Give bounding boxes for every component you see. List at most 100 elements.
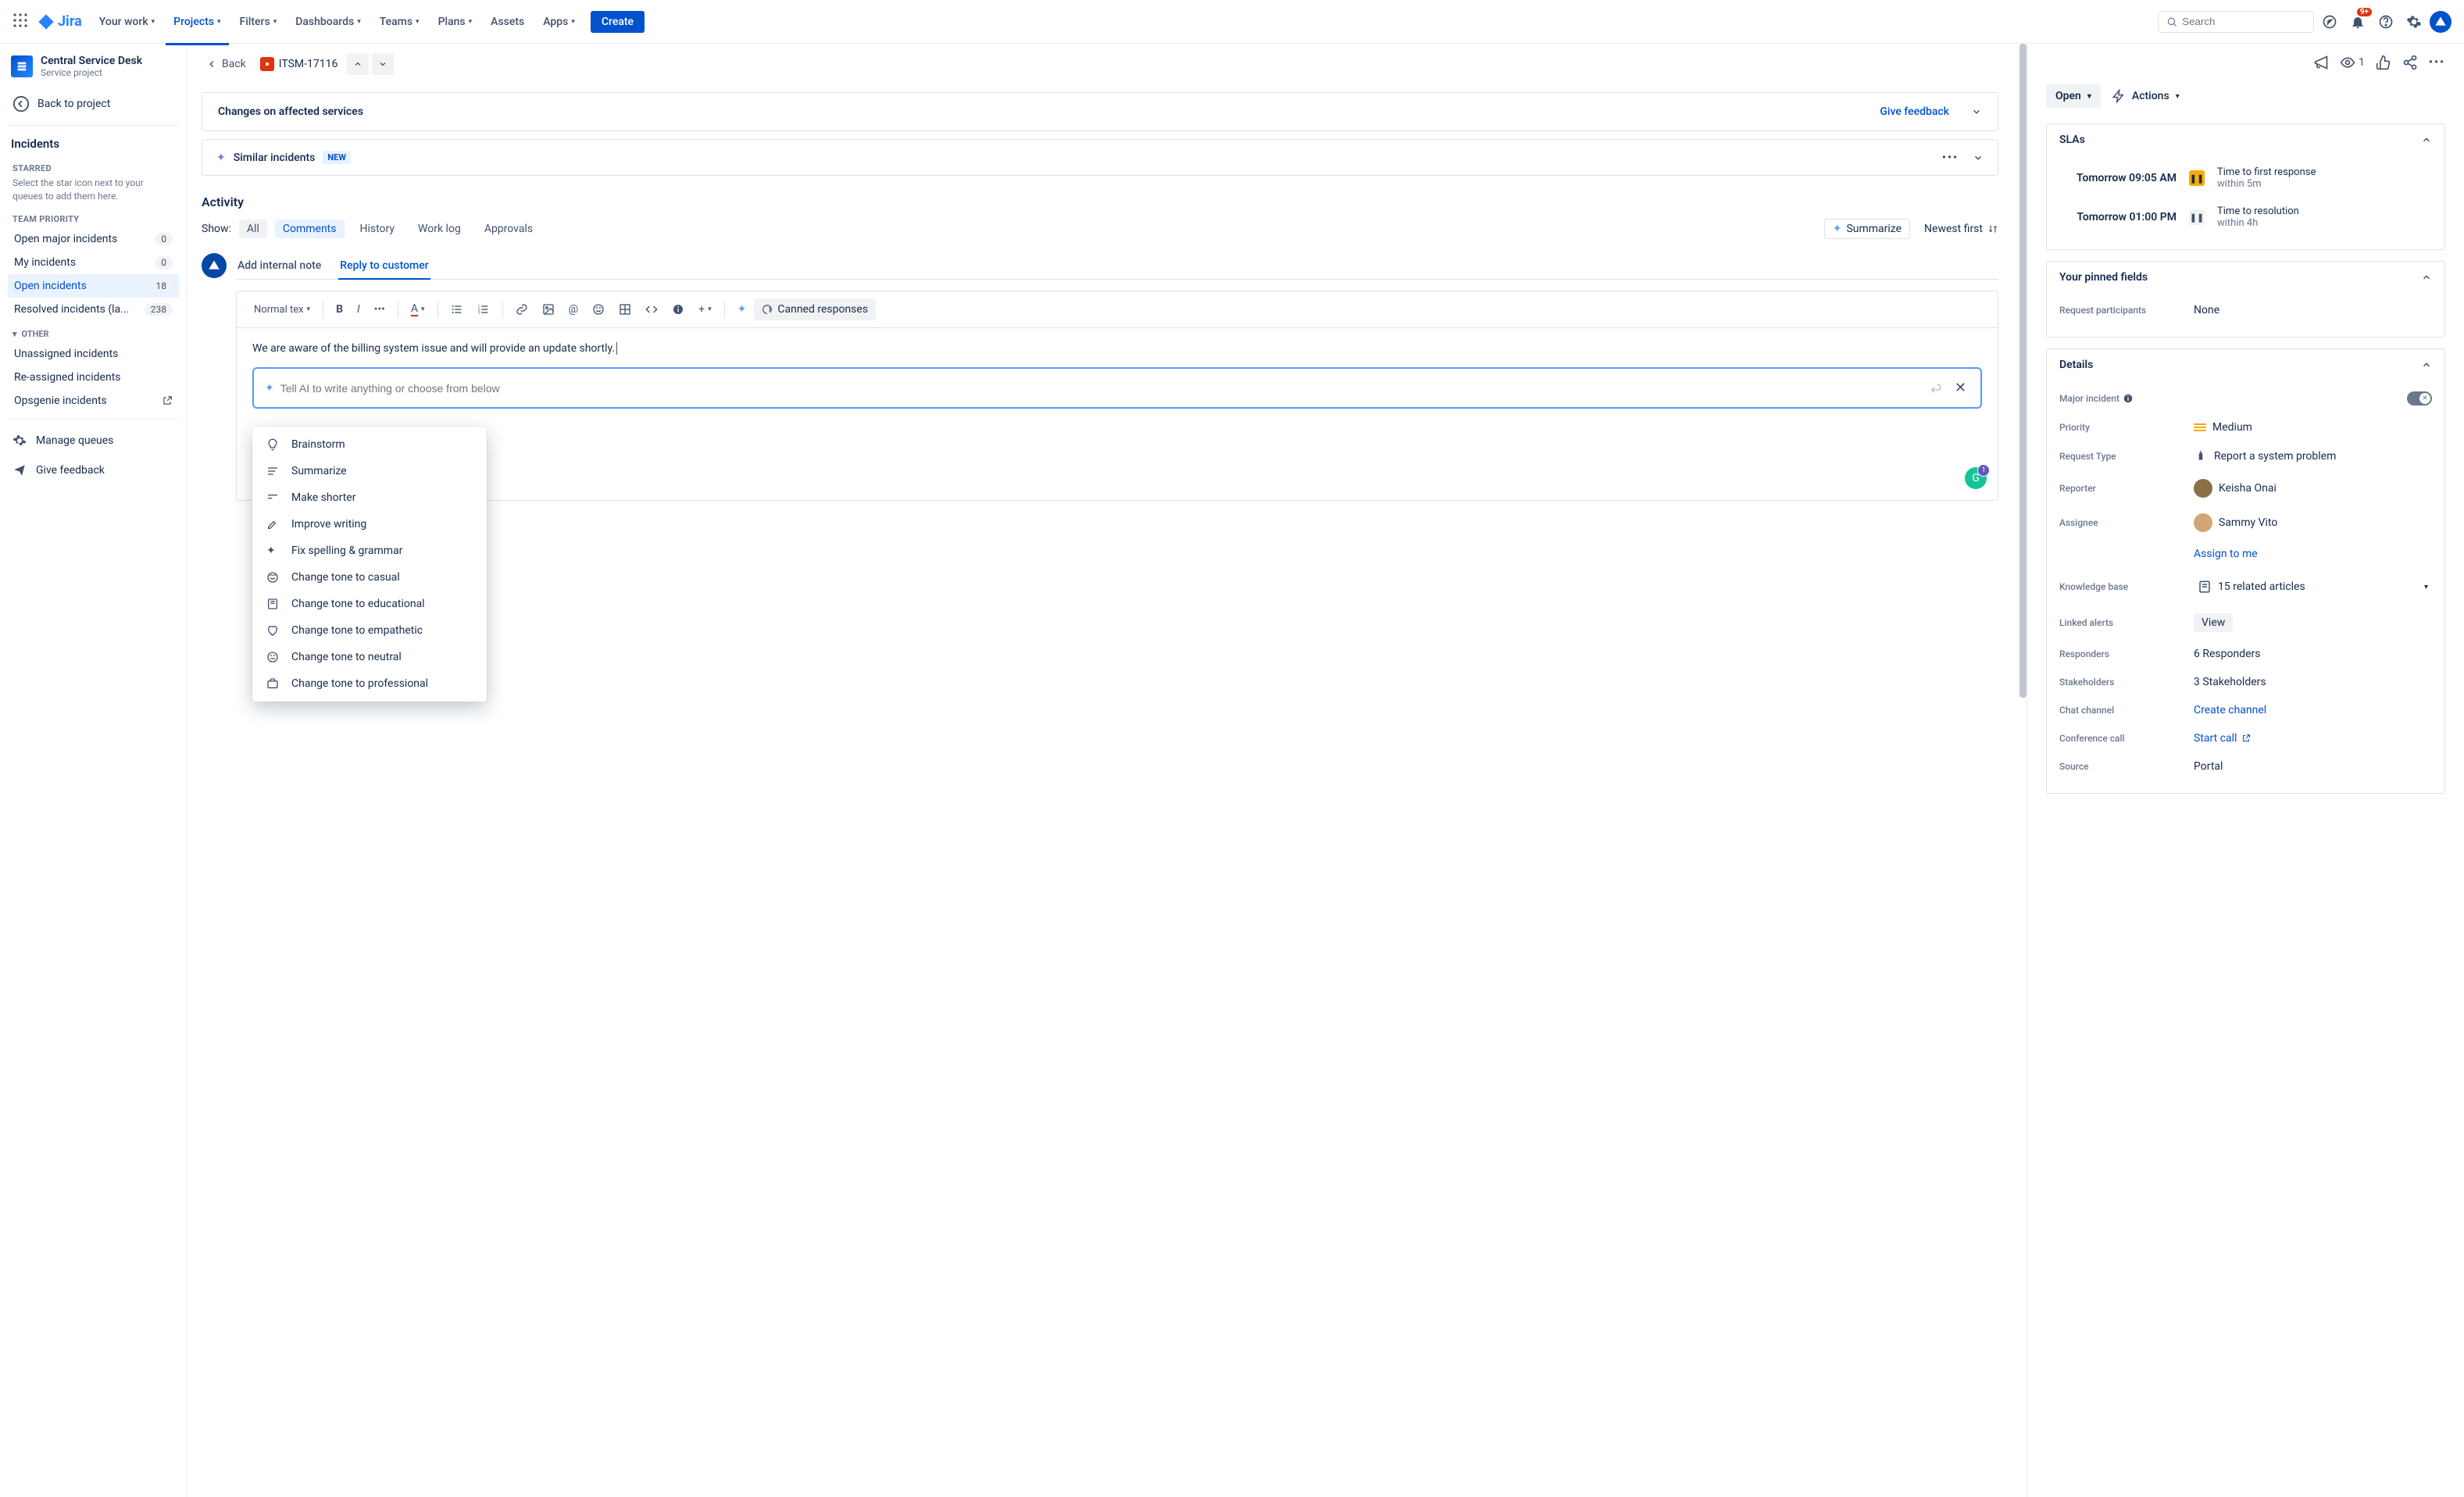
text-style-dropdown[interactable]: Normal tex▾ [248, 299, 316, 320]
app-switcher-icon[interactable] [12, 13, 31, 31]
profile-avatar[interactable] [2430, 11, 2452, 33]
numbered-list-button[interactable]: 123 [471, 298, 496, 320]
queue-opsgenie[interactable]: Opsgenie incidents [8, 389, 179, 413]
ai-improve[interactable]: Improve writing [252, 511, 487, 538]
ai-neutral[interactable]: Change tone to neutral [252, 644, 487, 670]
activity-tab-approvals[interactable]: Approvals [477, 220, 541, 238]
back-to-project-link[interactable]: Back to project [8, 89, 179, 119]
responders-value[interactable]: 6 Responders [2194, 648, 2432, 660]
reporter-value[interactable]: Keisha Onai [2194, 479, 2432, 498]
queue-resolved[interactable]: Resolved incidents (la...238 [8, 298, 179, 321]
other-section-toggle[interactable]: ▾OTHER [8, 321, 179, 342]
ai-spelling[interactable]: ✦Fix spelling & grammar [252, 538, 487, 564]
activity-tab-worklog[interactable]: Work log [410, 220, 469, 238]
mention-button[interactable]: @ [562, 298, 585, 320]
italic-button[interactable]: I [351, 298, 366, 320]
create-channel-link[interactable]: Create channel [2194, 704, 2266, 716]
announce-icon[interactable] [2313, 55, 2329, 70]
summarize-button[interactable]: ✦Summarize [1824, 219, 1910, 239]
queue-open-incidents[interactable]: Open incidents18 [8, 274, 179, 298]
priority-value[interactable]: Medium [2194, 421, 2432, 434]
back-button[interactable]: Back [202, 55, 251, 73]
expand-similar-icon[interactable] [1973, 152, 1984, 163]
major-incident-toggle[interactable] [2407, 391, 2432, 406]
link-button[interactable] [509, 298, 534, 320]
code-button[interactable] [639, 298, 664, 320]
notifications-icon[interactable]: 9+ [2345, 9, 2370, 34]
ai-prompt-input[interactable] [280, 382, 1920, 395]
ai-close-icon[interactable]: ✕ [1952, 377, 1969, 399]
jira-logo[interactable]: Jira [37, 13, 82, 30]
give-feedback-link[interactable]: Give feedback [1880, 105, 1949, 118]
nav-projects[interactable]: Projects▾ [166, 9, 228, 34]
canned-responses-button[interactable]: Canned responses [754, 298, 876, 320]
search-field[interactable] [2182, 16, 2305, 27]
watch-button[interactable]: 1 [2340, 55, 2365, 70]
nav-apps[interactable]: Apps▾ [535, 9, 583, 34]
nav-teams[interactable]: Teams▾ [372, 9, 427, 34]
scrollbar-thumb[interactable] [2019, 44, 2027, 698]
linked-alerts-view[interactable]: View [2194, 613, 2233, 632]
ai-prompt-box[interactable]: ✦ ✕ [252, 367, 1982, 409]
bullet-list-button[interactable] [445, 298, 470, 320]
ai-summarize[interactable]: Summarize [252, 458, 487, 484]
ai-educational[interactable]: Change tone to educational [252, 591, 487, 617]
slas-header[interactable]: SLAs [2047, 124, 2444, 155]
like-icon[interactable] [2376, 55, 2391, 70]
text-color-button[interactable]: A▾ [405, 298, 431, 321]
ai-professional[interactable]: Change tone to professional [252, 670, 487, 697]
internal-note-tab[interactable]: Add internal note [236, 253, 323, 279]
bold-button[interactable]: B [330, 298, 349, 320]
expand-changes-icon[interactable] [1971, 106, 1982, 117]
compass-icon[interactable] [2317, 9, 2342, 34]
request-type-value[interactable]: Report a system problem [2194, 449, 2432, 463]
insert-button[interactable]: +▾ [692, 298, 717, 320]
help-icon[interactable] [2373, 9, 2398, 34]
activity-tab-comments[interactable]: Comments [275, 220, 345, 238]
grammarly-icon[interactable]: G [1965, 467, 1987, 489]
activity-tab-history[interactable]: History [352, 220, 403, 238]
next-issue-button[interactable] [372, 53, 394, 75]
queue-reassigned[interactable]: Re-assigned incidents [8, 366, 179, 389]
issue-key[interactable]: ITSM-17116 [260, 57, 338, 71]
ai-casual[interactable]: Change tone to casual [252, 564, 487, 591]
sort-button[interactable]: Newest first [1924, 220, 1998, 238]
emoji-button[interactable] [586, 298, 611, 320]
create-button[interactable]: Create [591, 11, 645, 33]
ai-empathetic[interactable]: Change tone to empathetic [252, 617, 487, 644]
nav-filters[interactable]: Filters▾ [232, 9, 285, 34]
similar-more-icon[interactable]: ••• [1942, 152, 1959, 164]
actions-dropdown[interactable]: Actions▾ [2112, 89, 2180, 103]
details-header[interactable]: Details [2047, 349, 2444, 381]
queue-open-major[interactable]: Open major incidents0 [8, 227, 179, 251]
manage-queues[interactable]: Manage queues [8, 426, 179, 456]
give-feedback-sidebar[interactable]: Give feedback [8, 456, 179, 485]
status-dropdown[interactable]: Open▾ [2046, 84, 2101, 108]
search-input[interactable] [2158, 11, 2314, 33]
nav-plans[interactable]: Plans▾ [430, 9, 480, 34]
more-actions-icon[interactable]: ••• [2429, 56, 2445, 69]
settings-icon[interactable] [2402, 9, 2427, 34]
queue-unassigned[interactable]: Unassigned incidents [8, 342, 179, 366]
stakeholders-value[interactable]: 3 Stakeholders [2194, 676, 2432, 688]
info-button[interactable] [666, 298, 691, 320]
more-format-button[interactable]: ••• [368, 298, 391, 320]
table-button[interactable] [612, 298, 637, 320]
request-participants-value[interactable]: None [2194, 304, 2432, 316]
assign-to-me-link[interactable]: Assign to me [2194, 548, 2258, 560]
share-icon[interactable] [2402, 55, 2418, 70]
nav-your-work[interactable]: Your work▾ [91, 9, 162, 34]
ai-toolbar-button[interactable]: ✦ [731, 298, 753, 320]
ai-shorter[interactable]: Make shorter [252, 484, 487, 511]
queue-my-incidents[interactable]: My incidents0 [8, 251, 179, 274]
activity-tab-all[interactable]: All [239, 220, 267, 238]
ai-brainstorm[interactable]: Brainstorm [252, 431, 487, 458]
kb-value[interactable]: 15 related articles▾ [2194, 576, 2432, 598]
assignee-value[interactable]: Sammy Vito [2194, 513, 2432, 532]
reply-customer-tab[interactable]: Reply to customer [338, 253, 430, 280]
prev-issue-button[interactable] [347, 53, 369, 75]
image-button[interactable] [536, 298, 561, 320]
start-call-link[interactable]: Start call [2194, 732, 2251, 745]
ai-submit-icon[interactable] [1927, 379, 1945, 398]
nav-dashboards[interactable]: Dashboards▾ [287, 9, 368, 34]
